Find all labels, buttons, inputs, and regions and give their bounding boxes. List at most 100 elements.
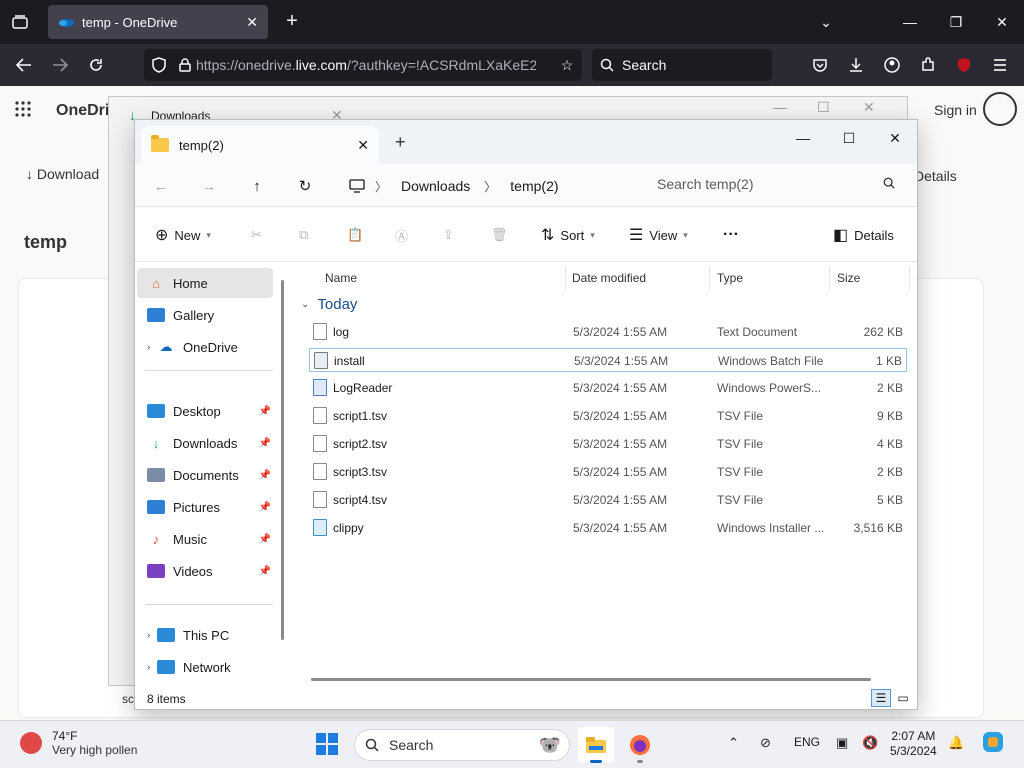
up-icon[interactable]: ↑ — [245, 174, 269, 198]
nav-item-videos[interactable]: Videos 📌 — [137, 556, 273, 586]
minimize-icon[interactable]: — — [773, 99, 787, 115]
table-row[interactable]: LogReader 5/3/2024 1:55 AM Windows PowerS.… — [309, 376, 907, 400]
new-tab-button[interactable]: + — [395, 132, 406, 153]
download-button[interactable]: ↓ Download — [26, 166, 99, 182]
menu-icon[interactable] — [988, 53, 1012, 77]
chevron-up-icon[interactable]: ⌃ — [728, 735, 739, 751]
tab-list-icon[interactable] — [8, 10, 32, 34]
file-explorer-taskbar-icon[interactable] — [578, 727, 614, 763]
nav-item-home[interactable]: ⌂ Home — [137, 268, 273, 298]
pin-icon[interactable]: 📌 — [259, 502, 271, 513]
copy-icon[interactable]: ⧉ — [299, 223, 308, 247]
view-button[interactable]: ☰ View ▾ — [629, 223, 688, 247]
close-tab-icon[interactable]: ✕ — [357, 137, 369, 154]
cut-icon[interactable]: ✂ — [251, 223, 262, 247]
taskbar-search-input[interactable]: Search 🐨 — [354, 729, 570, 761]
onedrive-brand[interactable]: OneDri — [56, 102, 109, 120]
column-divider[interactable] — [565, 266, 566, 290]
table-row[interactable]: script3.tsv 5/3/2024 1:55 AM TSV File 2 KB — [309, 460, 907, 484]
nav-item-onedrive[interactable]: › ☁ OneDrive — [137, 332, 273, 362]
avatar[interactable] — [983, 92, 1017, 126]
refresh-icon[interactable]: ↻ — [293, 174, 317, 198]
nav-item-downloads[interactable]: ↓ Downloads 📌 — [137, 428, 273, 458]
nav-item-pictures[interactable]: Pictures 📌 — [137, 492, 273, 522]
tracking-shield-icon[interactable] — [144, 57, 174, 73]
sort-button[interactable]: ⇅ Sort ▾ — [541, 223, 595, 247]
language-indicator[interactable]: ENG — [794, 735, 820, 749]
pin-icon[interactable]: 📌 — [259, 470, 271, 481]
forward-icon[interactable] — [48, 53, 72, 77]
table-row[interactable]: log 5/3/2024 1:55 AM Text Document 262 KB — [309, 320, 907, 344]
column-divider[interactable] — [709, 266, 710, 290]
back-icon[interactable] — [12, 53, 36, 77]
account-icon[interactable] — [880, 53, 904, 77]
close-tab-icon[interactable]: ✕ — [246, 14, 258, 31]
details-button[interactable]: Details — [914, 168, 957, 184]
more-options-icon[interactable]: ··· — [723, 223, 739, 247]
chevron-right-icon[interactable]: 〉 — [375, 178, 387, 195]
details-view-icon[interactable]: ☰ — [871, 689, 891, 707]
pin-icon[interactable]: 📌 — [259, 438, 271, 449]
extensions-icon[interactable] — [916, 53, 940, 77]
close-window-icon[interactable]: ✕ — [881, 126, 909, 150]
horizontal-scrollbar[interactable] — [311, 678, 871, 681]
breadcrumb-temp2[interactable]: temp(2) — [510, 178, 558, 194]
pin-icon[interactable]: 📌 — [259, 534, 271, 545]
column-header-size[interactable]: Size — [837, 266, 860, 290]
maximize-icon[interactable]: ☐ — [835, 126, 863, 150]
maximize-icon[interactable]: ☐ — [817, 99, 830, 116]
share-icon[interactable]: ⇪ — [443, 223, 454, 247]
browser-search-input[interactable]: Search — [592, 49, 772, 81]
pin-icon[interactable]: 📌 — [259, 406, 271, 417]
lock-icon[interactable] — [174, 58, 196, 72]
copilot-icon[interactable] — [982, 731, 1004, 756]
nav-item-documents[interactable]: Documents 📌 — [137, 460, 273, 490]
table-row[interactable]: script2.tsv 5/3/2024 1:55 AM TSV File 4 KB — [309, 432, 907, 456]
column-divider[interactable] — [829, 266, 830, 290]
column-divider[interactable] — [909, 266, 910, 290]
group-header-today[interactable]: ⌄ Today — [301, 296, 357, 313]
computer-icon[interactable] — [345, 174, 369, 198]
snipping-icon[interactable]: ▣ — [836, 735, 848, 751]
notifications-bell-icon[interactable]: 🔔 — [948, 735, 964, 751]
nav-item-network[interactable]: › Network — [137, 652, 273, 682]
back-icon[interactable]: ← — [149, 174, 173, 198]
pin-icon[interactable]: 📌 — [259, 566, 271, 577]
nav-item-this-pc[interactable]: › This PC — [137, 620, 273, 650]
rename-icon[interactable]: Ⓐ — [395, 223, 408, 247]
details-pane-button[interactable]: ◧ Details — [833, 223, 894, 247]
audio-muted-icon[interactable]: 🔇 — [862, 735, 878, 751]
network-off-icon[interactable]: ⊘ — [760, 735, 771, 751]
explorer-tab[interactable]: temp(2) ✕ — [141, 126, 379, 164]
minimize-icon[interactable]: — — [898, 10, 922, 34]
firefox-taskbar-icon[interactable] — [622, 727, 658, 763]
new-button[interactable]: ⊕ New ▾ — [155, 223, 211, 247]
table-row[interactable]: clippy 5/3/2024 1:55 AM Windows Installer … — [309, 516, 907, 540]
downloads-icon[interactable] — [844, 53, 868, 77]
chevron-right-icon[interactable]: 〉 — [484, 178, 496, 195]
sign-in-link[interactable]: Sign in — [934, 102, 977, 118]
delete-icon[interactable]: 🗑 — [491, 223, 508, 247]
reload-icon[interactable] — [84, 53, 108, 77]
list-all-tabs-icon[interactable]: ⌄ — [814, 10, 838, 34]
close-window-icon[interactable]: ✕ — [990, 10, 1014, 34]
nav-item-desktop[interactable]: Desktop 📌 — [137, 396, 273, 426]
address-bar[interactable]: https://onedrive.live.com/?authkey=!ACSR… — [144, 49, 582, 81]
nav-item-music[interactable]: ♪ Music 📌 — [137, 524, 273, 554]
explorer-window-temp2[interactable]: temp(2) ✕ + — ☐ ✕ ← → ↑ ↻ 〉 Downloads 〉 … — [134, 119, 918, 710]
browser-tab-onedrive[interactable]: temp - OneDrive ✕ — [48, 5, 268, 39]
app-launcher-icon[interactable] — [14, 100, 34, 120]
new-tab-button[interactable]: + — [280, 10, 304, 34]
restore-icon[interactable]: ❐ — [944, 10, 968, 34]
nav-scrollbar[interactable] — [281, 280, 284, 640]
table-row[interactable]: script4.tsv 5/3/2024 1:55 AM TSV File 5 KB — [309, 488, 907, 512]
weather-widget[interactable]: 74°F Very high pollen — [20, 729, 137, 757]
nav-item-gallery[interactable]: Gallery — [137, 300, 273, 330]
column-header-name[interactable]: Name — [325, 266, 357, 290]
column-header-type[interactable]: Type — [717, 266, 743, 290]
forward-icon[interactable]: → — [197, 174, 221, 198]
start-icon[interactable] — [316, 733, 338, 755]
paste-icon[interactable]: 📋 — [347, 223, 363, 247]
close-window-icon[interactable]: ✕ — [863, 99, 875, 116]
clock[interactable]: 2:07 AM 5/3/2024 — [890, 729, 937, 759]
